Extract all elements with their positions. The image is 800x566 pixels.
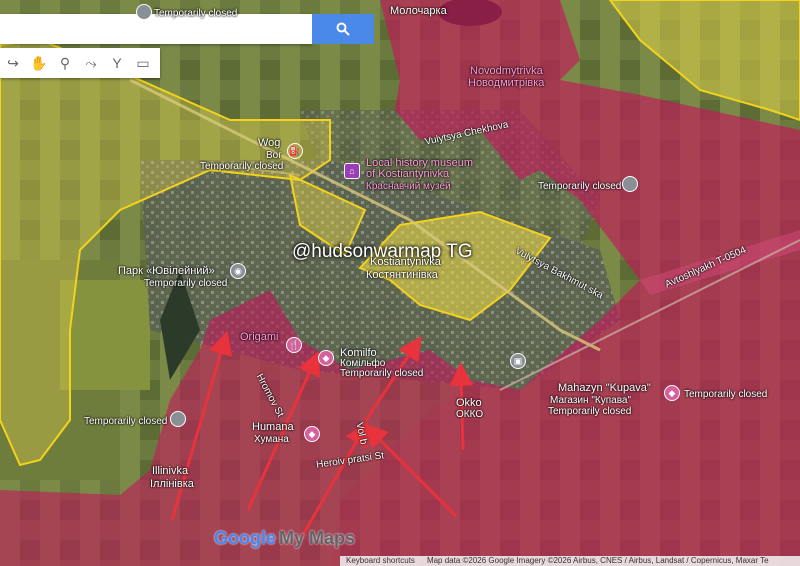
poi-status: Temporarily closed (684, 389, 768, 400)
village-label-en: Novodmytrivka (470, 65, 543, 77)
village-label-en: Illinivka (152, 465, 189, 477)
shop-icon[interactable]: ◆ (664, 385, 680, 401)
ruler-icon[interactable]: ▭ (130, 50, 156, 76)
marker-icon[interactable]: ⚲ (52, 50, 78, 76)
village-label-ru: Іллінівка (150, 478, 194, 490)
poi-status: Temporarily closed (154, 8, 238, 19)
village-label: Молочарка (390, 5, 447, 17)
poi-subname: ОККО (456, 409, 484, 420)
google-wordmark: Google (214, 528, 276, 548)
poi-name: Парк «Ювілейний» (118, 265, 215, 277)
search-button[interactable] (312, 14, 374, 44)
poi-name: Wog (258, 137, 281, 149)
poi-subname: Магазин "Купава" (550, 395, 632, 406)
poi-status: Temporarily closed (200, 161, 284, 172)
draw-line-icon[interactable]: ⤳ (78, 50, 104, 76)
poi-name: Humana (252, 421, 294, 433)
poi-status: Temporarily closed (548, 406, 632, 417)
poi-name: Okko (456, 397, 482, 409)
poi-name: Mahazyn "Kupava" (558, 382, 651, 394)
poi-status: Temporarily closed (84, 416, 168, 427)
redo-icon[interactable]: ↪ (0, 50, 26, 76)
camera-icon[interactable]: ◉ (230, 263, 246, 279)
map-toolbar: ↪ ✋ ⚲ ⤳ Y ▭ (0, 48, 160, 78)
bus-stop-icon[interactable]: ▣ (510, 353, 526, 369)
poi-name: of Kostiantynivka (366, 168, 450, 180)
poi-subname: Краснавчий музей (366, 181, 451, 192)
poi-status: Temporarily closed (340, 368, 424, 379)
poi-status: Temporarily closed (538, 181, 622, 192)
mymaps-wordmark: My Maps (279, 528, 356, 548)
shop-icon[interactable]: ◆ (304, 426, 320, 442)
poi-subname: Вог (266, 150, 282, 161)
city-label-en: Kostiantynivka (370, 256, 441, 268)
place-icon[interactable] (622, 176, 638, 192)
hand-icon[interactable]: ✋ (26, 50, 52, 76)
map-footer: Keyboard shortcuts Map data ©2026 Google… (340, 556, 800, 566)
restaurant-icon[interactable]: 🍴 (286, 337, 302, 353)
place-icon[interactable] (136, 4, 152, 20)
directions-icon[interactable]: Y (104, 50, 130, 76)
poi-status: Temporarily closed (144, 278, 228, 289)
village-label-ru: Новодмитрівка (468, 77, 545, 89)
poi-name: Origami (240, 331, 279, 343)
museum-icon[interactable]: ⌂ (344, 163, 360, 179)
attribution-text: Map data ©2026 Google Imagery ©2026 Airb… (426, 556, 769, 565)
gas-station-icon[interactable]: ⛽ (287, 143, 303, 159)
keyboard-shortcuts-link[interactable]: Keyboard shortcuts (340, 556, 421, 566)
poi-subname: Хумана (254, 434, 289, 445)
city-label-ru: Костянтинівка (366, 269, 438, 281)
search-icon (336, 22, 350, 36)
google-my-maps-logo: Google My Maps (214, 528, 355, 549)
place-icon[interactable] (170, 411, 186, 427)
shop-icon[interactable]: ◆ (318, 350, 334, 366)
